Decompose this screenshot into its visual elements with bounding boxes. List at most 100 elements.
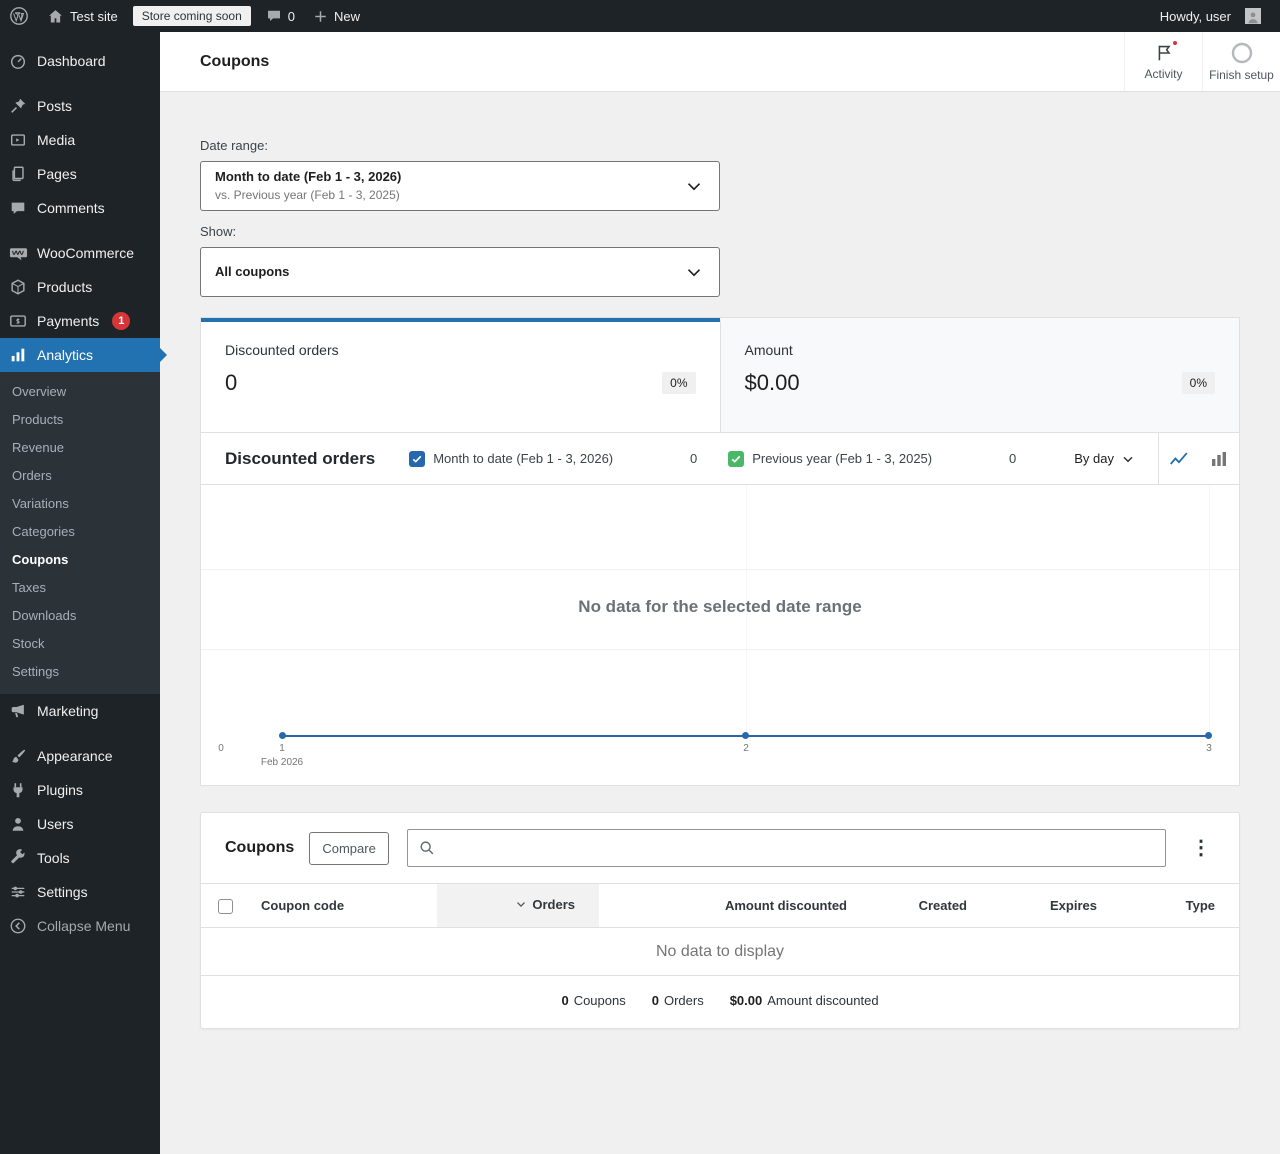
collapse-menu-button[interactable]: Collapse Menu xyxy=(0,909,160,943)
table-menu-button[interactable]: ⋮ xyxy=(1187,838,1215,858)
search-input[interactable] xyxy=(442,830,1155,866)
interval-select[interactable]: By day xyxy=(1066,451,1158,467)
sidebar-item-payments[interactable]: Payments 1 xyxy=(0,304,160,338)
submenu-item-variations[interactable]: Variations xyxy=(0,490,160,518)
axis-month-label: Feb 2026 xyxy=(260,757,304,768)
checked-checkbox-icon xyxy=(728,450,745,467)
sidebar-item-pages[interactable]: Pages xyxy=(0,157,160,191)
bar-chart-toggle[interactable] xyxy=(1199,433,1239,485)
sidebar-item-dashboard[interactable]: Dashboard xyxy=(0,44,160,78)
box-icon xyxy=(8,278,28,296)
compare-button[interactable]: Compare xyxy=(309,831,389,865)
summary-orders: 0 Orders xyxy=(651,993,704,1008)
wrench-icon xyxy=(8,849,28,867)
summary-coupons: 0 Coupons xyxy=(561,993,626,1008)
legend-count: 0 xyxy=(1008,451,1017,466)
admin-sidebar: Dashboard Posts Media Pages Comments Woo… xyxy=(0,32,167,1154)
payments-count-badge: 1 xyxy=(112,312,131,330)
finish-setup-label: Finish setup xyxy=(1209,68,1274,82)
show-filter-label: Show: xyxy=(200,224,237,239)
sidebar-item-posts[interactable]: Posts xyxy=(0,89,160,123)
column-header-expires[interactable]: Expires xyxy=(991,883,1121,928)
sidebar-item-users[interactable]: Users xyxy=(0,807,160,841)
comments-icon xyxy=(8,199,28,217)
finish-setup-button[interactable]: Finish setup xyxy=(1202,32,1280,91)
sidebar-item-marketing[interactable]: Marketing xyxy=(0,694,160,728)
sidebar-item-tools[interactable]: Tools xyxy=(0,841,160,875)
summary-card-value: $0.00 xyxy=(744,370,800,395)
chart-data-point xyxy=(742,732,749,739)
dashboard-icon xyxy=(8,52,28,70)
analytics-block: Discounted orders 0 0% Amount $0.00 0% D… xyxy=(200,317,1240,786)
sidebar-item-label: Posts xyxy=(37,98,73,114)
submenu-item-coupons[interactable]: Coupons xyxy=(0,546,160,574)
summary-card-label: Discounted orders xyxy=(225,342,339,358)
summary-card-discounted-orders[interactable]: Discounted orders 0 0% xyxy=(201,318,720,432)
table-title: Coupons xyxy=(225,839,295,856)
sidebar-item-label: Tools xyxy=(37,850,70,866)
submenu-item-stock[interactable]: Stock xyxy=(0,630,160,658)
pages-icon xyxy=(8,165,28,183)
page-title: Coupons xyxy=(200,52,270,70)
comments-shortcut[interactable]: 0 xyxy=(257,0,304,32)
analytics-submenu: Overview Products Revenue Orders Variati… xyxy=(0,372,160,694)
media-icon xyxy=(8,131,28,149)
report-content: Date range: Month to date (Feb 1 - 3, 20… xyxy=(160,92,1280,1029)
menu-separator xyxy=(0,225,160,236)
sidebar-item-label: Media xyxy=(37,132,76,148)
delta-badge: 0% xyxy=(662,372,696,394)
submenu-item-taxes[interactable]: Taxes xyxy=(0,574,160,602)
sidebar-item-analytics[interactable]: Analytics xyxy=(0,338,167,372)
submenu-item-orders[interactable]: Orders xyxy=(0,462,160,490)
submenu-item-downloads[interactable]: Downloads xyxy=(0,602,160,630)
line-chart-toggle[interactable] xyxy=(1159,433,1199,485)
coupons-table: Coupon code Orders Amount discounted Cre… xyxy=(201,883,1239,976)
legend-count: 0 xyxy=(689,451,698,466)
submenu-item-overview[interactable]: Overview xyxy=(0,378,160,406)
submenu-item-products[interactable]: Products xyxy=(0,406,160,434)
sidebar-item-settings[interactable]: Settings xyxy=(0,875,160,909)
legend-item-previous-period[interactable]: Previous year (Feb 1 - 3, 2025) 0 xyxy=(728,450,1017,467)
summary-card-amount[interactable]: Amount $0.00 0% xyxy=(719,318,1239,432)
sidebar-item-plugins[interactable]: Plugins xyxy=(0,773,160,807)
flag-icon xyxy=(1153,39,1179,64)
site-name-link[interactable]: Test site xyxy=(38,0,127,32)
new-content-menu[interactable]: New xyxy=(304,0,369,32)
line-chart-icon xyxy=(1170,451,1188,465)
sidebar-item-woocommerce[interactable]: WooCommerce xyxy=(0,236,160,270)
date-range-label: Date range: xyxy=(200,138,268,153)
gridline xyxy=(201,649,1239,650)
chart-data-point xyxy=(279,732,286,739)
gridline xyxy=(201,569,1239,570)
sidebar-item-products[interactable]: Products xyxy=(0,270,160,304)
sidebar-item-media[interactable]: Media xyxy=(0,123,160,157)
sidebar-item-comments[interactable]: Comments xyxy=(0,191,160,225)
axis-tick-label: 3 xyxy=(1206,743,1212,754)
column-header-type[interactable]: Type xyxy=(1121,883,1239,928)
date-range-dropdown[interactable]: Month to date (Feb 1 - 3, 2026) vs. Prev… xyxy=(200,161,720,211)
chevron-down-icon xyxy=(683,261,705,283)
my-account-menu[interactable]: Howdy, user xyxy=(1151,0,1270,32)
select-all-checkbox[interactable] xyxy=(217,898,233,914)
legend-item-current-period[interactable]: Month to date (Feb 1 - 3, 2026) 0 xyxy=(409,450,698,467)
table-empty-row: No data to display xyxy=(201,927,1239,976)
column-header-coupon-code[interactable]: Coupon code xyxy=(249,883,437,928)
column-header-orders[interactable]: Orders xyxy=(437,883,599,928)
site-name: Test site xyxy=(70,8,118,24)
summary-card-label: Amount xyxy=(744,342,793,358)
sidebar-item-label: Pages xyxy=(37,166,77,182)
legend-label: Previous year (Feb 1 - 3, 2025) xyxy=(752,451,933,466)
bar-chart-icon xyxy=(1212,451,1226,466)
checked-checkbox-icon xyxy=(409,450,426,467)
sidebar-item-appearance[interactable]: Appearance xyxy=(0,739,160,773)
column-header-amount-discounted[interactable]: Amount discounted xyxy=(599,883,871,928)
table-summary: 0 Coupons 0 Orders $0.00 Amount discount… xyxy=(201,976,1239,1028)
search-box[interactable] xyxy=(406,829,1166,867)
submenu-item-settings[interactable]: Settings xyxy=(0,658,160,686)
submenu-item-revenue[interactable]: Revenue xyxy=(0,434,160,462)
show-filter-dropdown[interactable]: All coupons xyxy=(200,247,720,297)
column-header-created[interactable]: Created xyxy=(871,883,991,928)
activity-panel-button[interactable]: Activity xyxy=(1124,32,1202,91)
wordpress-logo-menu[interactable] xyxy=(0,0,38,32)
submenu-item-categories[interactable]: Categories xyxy=(0,518,160,546)
